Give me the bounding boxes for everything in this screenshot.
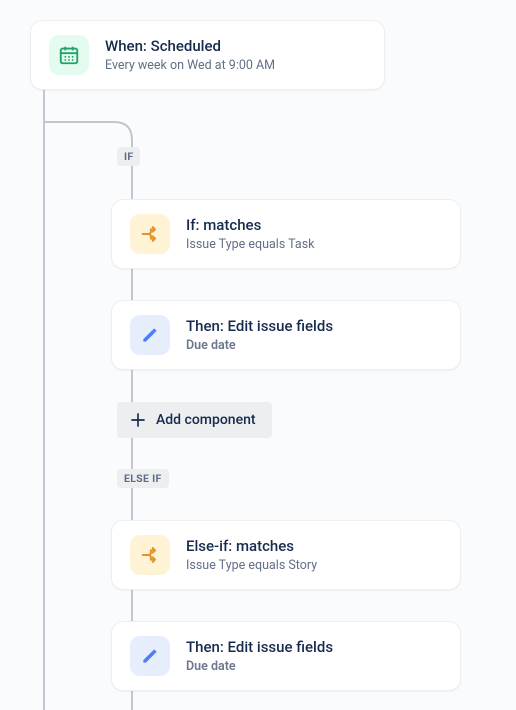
elseif-title: Else-if: matches	[186, 537, 317, 557]
then-action-card[interactable]: Then: Edit issue fields Due date	[111, 300, 461, 370]
if-subtitle: Issue Type equals Task	[186, 237, 315, 252]
elseif-condition-card[interactable]: Else-if: matches Issue Type equals Story	[111, 520, 461, 590]
plus-icon	[129, 411, 147, 429]
trigger-card[interactable]: When: Scheduled Every week on Wed at 9:0…	[30, 20, 385, 90]
if-condition-card[interactable]: If: matches Issue Type equals Task	[111, 199, 461, 269]
edit-icon	[130, 315, 170, 355]
trigger-title: When: Scheduled	[105, 37, 275, 57]
branch-icon	[130, 214, 170, 254]
then-action-card-2[interactable]: Then: Edit issue fields Due date	[111, 621, 461, 691]
if-title: If: matches	[186, 216, 315, 236]
then-subtitle: Due date	[186, 338, 333, 353]
trigger-subtitle: Every week on Wed at 9:00 AM	[105, 58, 275, 73]
if-badge: IF	[117, 147, 140, 166]
then-title: Then: Edit issue fields	[186, 317, 333, 337]
then2-subtitle: Due date	[186, 659, 333, 674]
edit-icon	[130, 636, 170, 676]
elseif-badge: ELSE IF	[117, 469, 169, 488]
branch-icon	[130, 535, 170, 575]
then2-title: Then: Edit issue fields	[186, 638, 333, 658]
elseif-subtitle: Issue Type equals Story	[186, 558, 317, 573]
automation-canvas: When: Scheduled Every week on Wed at 9:0…	[0, 0, 516, 710]
add-component-button[interactable]: Add component	[117, 402, 272, 438]
calendar-icon	[49, 35, 89, 75]
add-component-label: Add component	[156, 412, 256, 428]
